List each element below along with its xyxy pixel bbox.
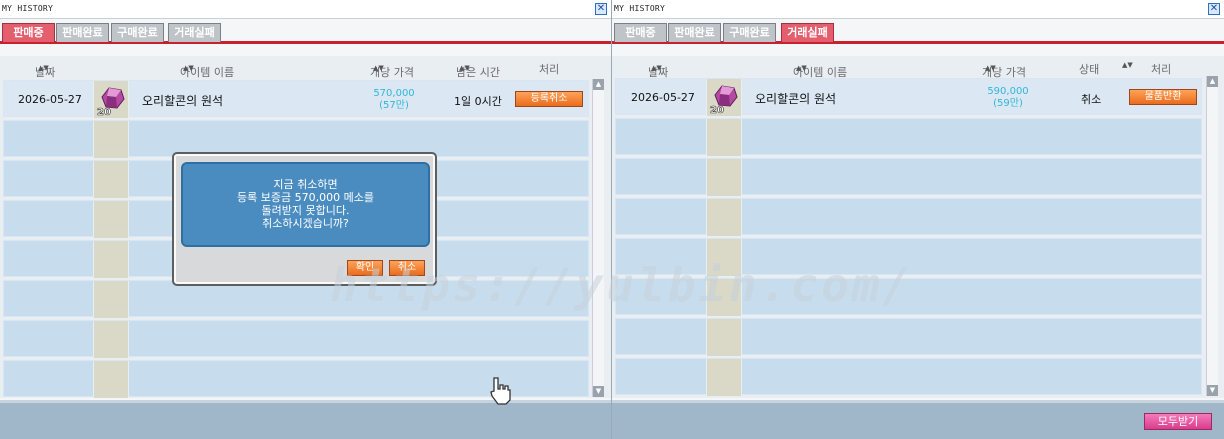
- close-icon[interactable]: ✕: [595, 3, 607, 15]
- table-row[interactable]: 20 2026-05-27 오리할콘의 원석 590,000 (59만) 취소 …: [615, 78, 1202, 116]
- table-row: [615, 158, 1202, 196]
- hand-cursor-icon: [490, 377, 511, 405]
- table-row: [615, 318, 1202, 356]
- scroll-down-icon[interactable]: ▼: [593, 386, 604, 397]
- item-icon-cell: [706, 119, 742, 156]
- row-date: 2026-05-27: [18, 93, 82, 106]
- item-icon-cell: [93, 361, 129, 398]
- tab-selling[interactable]: 판매중: [614, 23, 667, 42]
- sort-icon: ▲▼: [38, 64, 49, 72]
- scroll-up-icon[interactable]: ▲: [593, 79, 604, 90]
- table-row[interactable]: 20 2026-05-27 오리할콘의 원석 570,000 (57만) 1일 …: [3, 80, 589, 118]
- sort-icon: ▲▼: [373, 64, 384, 72]
- row-status: 취소: [1081, 93, 1102, 106]
- sort-icon: ▲▼: [796, 64, 807, 72]
- tab-sold[interactable]: 판매완료: [56, 23, 109, 42]
- item-icon-cell: [706, 319, 742, 356]
- scrollbar[interactable]: ▲ ▼: [1206, 76, 1218, 396]
- ore-gem-icon: 20: [710, 85, 738, 116]
- tab-sold[interactable]: 판매완료: [668, 23, 721, 42]
- return-item-button[interactable]: 물품반환: [1129, 89, 1197, 105]
- header-action: 처리: [1151, 63, 1172, 76]
- receive-all-button[interactable]: 모두받기: [1144, 413, 1212, 430]
- scrollbar[interactable]: ▲ ▼: [592, 79, 604, 397]
- screenshot-root: MY HISTORY ✕ 판매중 판매완료 구매완료 거래실패 날짜 ▲▼ 아이템…: [0, 0, 1224, 439]
- sort-icon[interactable]: ▲▼: [1122, 61, 1133, 69]
- tab-bought[interactable]: 구매완료: [723, 23, 776, 42]
- my-history-window-selling: MY HISTORY ✕ 판매중 판매완료 구매완료 거래실패 날짜 ▲▼ 아이템…: [0, 0, 611, 439]
- row-time-left: 1일 0시간: [454, 95, 502, 108]
- item-icon-cell: [93, 161, 129, 198]
- close-icon[interactable]: ✕: [1208, 3, 1220, 15]
- table-row: [3, 320, 589, 358]
- item-icon-cell: [93, 281, 129, 318]
- item-icon-cell: 20: [706, 79, 742, 116]
- quantity-label: 20: [97, 107, 111, 118]
- window-footer: [612, 400, 1224, 439]
- table-row: [615, 358, 1202, 396]
- item-icon-cell: 20: [93, 81, 129, 118]
- cancel-registration-button[interactable]: 등록취소: [515, 91, 583, 107]
- row-date: 2026-05-27: [631, 91, 695, 104]
- watermark: https://yulbin.com/: [330, 258, 914, 312]
- title-bar[interactable]: MY HISTORY ✕: [612, 0, 1224, 19]
- row-price: 570,000 (57만): [373, 88, 415, 111]
- item-icon-cell: [93, 201, 129, 238]
- column-headers: 날짜 ▲▼ 아이템 이름 ▲▼ 개당 가격 ▲▼ 상태 ▲▼ 처리: [648, 61, 1172, 79]
- item-icon-cell: [706, 159, 742, 196]
- table-row: [615, 118, 1202, 156]
- window-title: MY HISTORY: [614, 4, 666, 13]
- row-price: 590,000 (59만): [987, 86, 1029, 109]
- dialog-message: 지금 취소하면 등록 보증금 570,000 메소를 돌려받지 못합니다. 취소…: [181, 162, 430, 247]
- row-item-name: 오리할콘의 원석: [142, 94, 224, 108]
- quantity-label: 20: [710, 105, 724, 116]
- tab-bar: 판매중 판매완료 구매완료 거래실패: [0, 22, 611, 44]
- tab-bar: 판매중 판매완료 구매완료 거래실패: [612, 22, 1224, 44]
- sort-icon: ▲▼: [651, 64, 662, 72]
- item-icon-cell: [93, 241, 129, 278]
- sort-icon: ▲▼: [183, 64, 194, 72]
- header-action: 처리: [539, 63, 560, 76]
- table-row: [615, 198, 1202, 236]
- item-icon-cell: [93, 321, 129, 358]
- item-icon-cell: [706, 199, 742, 236]
- item-icon-cell: [706, 359, 742, 396]
- window-footer: [0, 400, 611, 439]
- title-bar[interactable]: MY HISTORY ✕: [0, 0, 611, 19]
- tab-bought[interactable]: 구매완료: [111, 23, 164, 42]
- window-title: MY HISTORY: [2, 4, 54, 13]
- header-status: 상태: [1079, 63, 1100, 76]
- scroll-up-icon[interactable]: ▲: [1207, 76, 1218, 87]
- my-history-window-failed: MY HISTORY ✕ 판매중 판매완료 구매완료 거래실패 날짜 ▲▼ 아이템…: [611, 0, 1224, 439]
- column-headers: 날짜 ▲▼ 아이템 이름 ▲▼ 개당 가격 ▲▼ 남은 시간 ▲▼ 처리: [35, 63, 560, 79]
- sort-icon: ▲▼: [459, 64, 470, 72]
- item-icon-cell: [93, 121, 129, 158]
- tab-failed[interactable]: 거래실패: [168, 23, 221, 42]
- sort-icon: ▲▼: [985, 64, 996, 72]
- scroll-down-icon[interactable]: ▼: [1207, 385, 1218, 396]
- row-item-name: 오리할콘의 원석: [755, 92, 837, 106]
- tab-failed[interactable]: 거래실패: [781, 23, 834, 42]
- tab-selling[interactable]: 판매중: [2, 23, 55, 42]
- ore-gem-icon: 20: [97, 87, 125, 118]
